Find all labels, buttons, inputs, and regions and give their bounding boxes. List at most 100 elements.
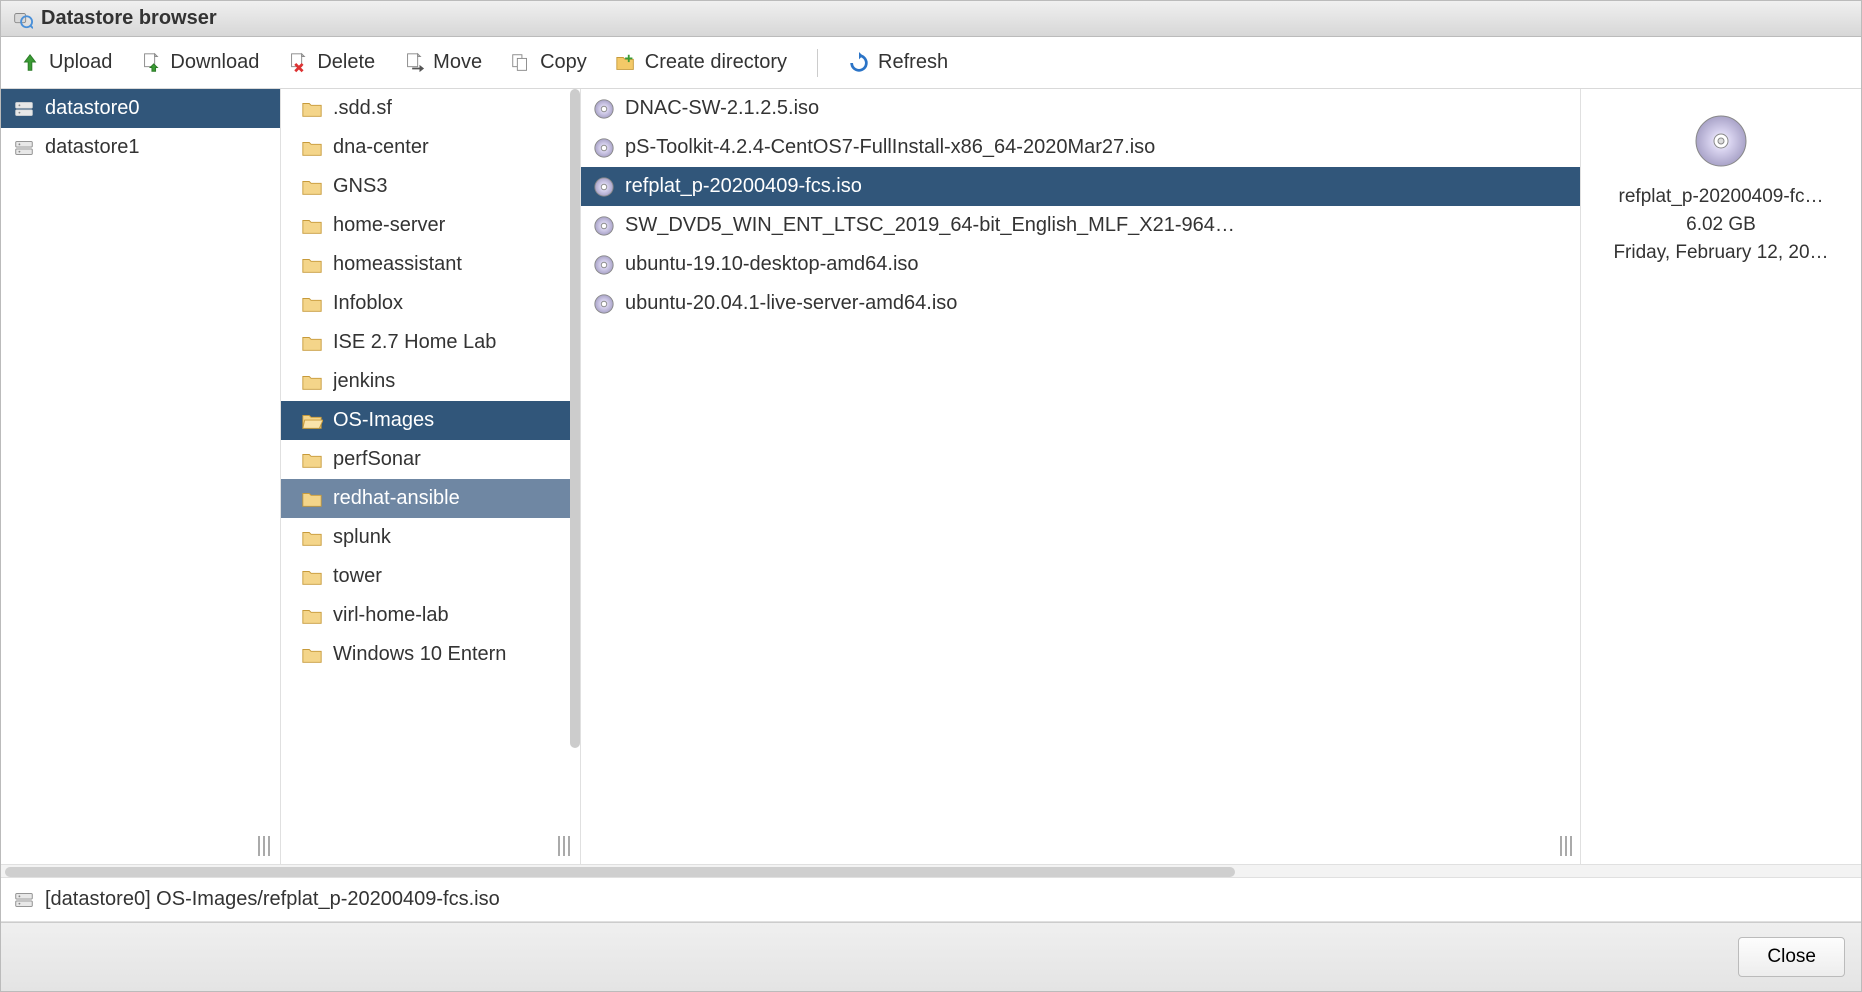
file-item[interactable]: pS-Toolkit-4.2.4-CentOS7-FullInstall-x86… [581, 128, 1580, 167]
folder-icon [301, 488, 323, 510]
path-bar: [datastore0] OS-Images/refplat_p-2020040… [1, 878, 1861, 922]
file-item[interactable]: DNAC-SW-2.1.2.5.iso [581, 89, 1580, 128]
create-directory-label: Create directory [645, 51, 787, 74]
file-label: pS-Toolkit-4.2.4-CentOS7-FullInstall-x86… [625, 136, 1155, 159]
browser-body: datastore0 datastore1 .sdd.sf dna-center GN… [1, 89, 1861, 864]
file-label: DNAC-SW-2.1.2.5.iso [625, 97, 819, 120]
folder-item[interactable]: Windows 10 Entern [281, 635, 580, 674]
folder-label: Windows 10 Entern [333, 643, 506, 666]
upload-icon [19, 52, 41, 74]
copy-button[interactable]: Copy [506, 47, 591, 78]
file-item[interactable]: refplat_p-20200409-fcs.iso [581, 167, 1580, 206]
close-button[interactable]: Close [1738, 937, 1845, 977]
datastore-item[interactable]: datastore1 [1, 128, 280, 167]
column-resize-grip[interactable] [255, 834, 273, 858]
file-item[interactable]: ubuntu-19.10-desktop-amd64.iso [581, 245, 1580, 284]
disc-icon [593, 254, 615, 276]
file-item[interactable]: SW_DVD5_WIN_ENT_LTSC_2019_64-bit_English… [581, 206, 1580, 245]
folder-icon [301, 566, 323, 588]
folder-item[interactable]: virl-home-lab [281, 596, 580, 635]
disc-icon [593, 98, 615, 120]
folder-label: splunk [333, 526, 391, 549]
datastore-column: datastore0 datastore1 [1, 89, 281, 864]
folder-icon [301, 527, 323, 549]
datastore-icon [13, 889, 35, 911]
create-directory-button[interactable]: Create directory [611, 47, 791, 78]
toolbar-separator [817, 49, 818, 77]
folder-item[interactable]: homeassistant [281, 245, 580, 284]
window-title: Datastore browser [41, 7, 217, 30]
folder-label: homeassistant [333, 253, 462, 276]
column-resize-grip[interactable] [1557, 834, 1575, 858]
disc-icon [1593, 113, 1849, 174]
titlebar: Datastore browser [1, 1, 1861, 37]
scrollbar-thumb[interactable] [5, 867, 1235, 877]
file-label: ubuntu-19.10-desktop-amd64.iso [625, 253, 919, 276]
disc-icon [593, 137, 615, 159]
refresh-icon [848, 52, 870, 74]
folder-item[interactable]: OS-Images [281, 401, 580, 440]
folder-item[interactable]: splunk [281, 518, 580, 557]
file-column: DNAC-SW-2.1.2.5.iso pS-Toolkit-4.2.4-Cent… [581, 89, 1581, 864]
scrollbar[interactable] [570, 89, 580, 748]
details-size: 6.02 GB [1593, 214, 1849, 236]
folder-icon [301, 449, 323, 471]
folder-icon [301, 371, 323, 393]
folder-label: tower [333, 565, 382, 588]
folder-label: dna-center [333, 136, 429, 159]
folder-item[interactable]: home-server [281, 206, 580, 245]
folder-item[interactable]: ISE 2.7 Home Lab [281, 323, 580, 362]
copy-label: Copy [540, 51, 587, 74]
datastore-label: datastore0 [45, 97, 140, 120]
datastore-item[interactable]: datastore0 [1, 89, 280, 128]
folder-icon [301, 410, 323, 432]
datastore-label: datastore1 [45, 136, 140, 159]
details-panel: refplat_p-20200409-fc… 6.02 GB Friday, F… [1581, 89, 1861, 864]
folder-icon [301, 176, 323, 198]
folder-icon [301, 254, 323, 276]
move-icon [403, 52, 425, 74]
refresh-label: Refresh [878, 51, 948, 74]
datastore-icon [13, 137, 35, 159]
file-label: SW_DVD5_WIN_ENT_LTSC_2019_64-bit_English… [625, 214, 1235, 237]
folder-item[interactable]: Infoblox [281, 284, 580, 323]
refresh-button[interactable]: Refresh [844, 47, 952, 78]
current-path: [datastore0] OS-Images/refplat_p-2020040… [45, 888, 500, 911]
folder-item[interactable]: perfSonar [281, 440, 580, 479]
folder-item[interactable]: dna-center [281, 128, 580, 167]
folder-icon [301, 137, 323, 159]
download-icon [140, 52, 162, 74]
delete-button[interactable]: Delete [283, 47, 379, 78]
toolbar: Upload Download Delete Move Copy [1, 37, 1861, 89]
folder-icon [301, 605, 323, 627]
delete-icon [287, 52, 309, 74]
folder-item[interactable]: tower [281, 557, 580, 596]
folder-label: OS-Images [333, 409, 434, 432]
footer: Close [1, 922, 1861, 991]
file-item[interactable]: ubuntu-20.04.1-live-server-amd64.iso [581, 284, 1580, 323]
details-date: Friday, February 12, 20… [1593, 242, 1849, 264]
disc-icon [593, 215, 615, 237]
folder-label: ISE 2.7 Home Lab [333, 331, 496, 354]
download-button[interactable]: Download [136, 47, 263, 78]
folder-item[interactable]: redhat-ansible [281, 479, 580, 518]
delete-label: Delete [317, 51, 375, 74]
horizontal-scrollbar[interactable] [1, 864, 1861, 878]
folder-label: GNS3 [333, 175, 387, 198]
column-resize-grip[interactable] [555, 834, 573, 858]
upload-button[interactable]: Upload [15, 47, 116, 78]
disc-icon [593, 293, 615, 315]
folder-item[interactable]: .sdd.sf [281, 89, 580, 128]
file-label: ubuntu-20.04.1-live-server-amd64.iso [625, 292, 957, 315]
folder-column: .sdd.sf dna-center GNS3 home-server homeassi… [281, 89, 581, 864]
create-directory-icon [615, 52, 637, 74]
upload-label: Upload [49, 51, 112, 74]
folder-item[interactable]: GNS3 [281, 167, 580, 206]
folder-item[interactable]: jenkins [281, 362, 580, 401]
download-label: Download [170, 51, 259, 74]
copy-icon [510, 52, 532, 74]
move-button[interactable]: Move [399, 47, 486, 78]
disc-icon [593, 176, 615, 198]
folder-icon [301, 215, 323, 237]
datastore-icon [13, 98, 35, 120]
